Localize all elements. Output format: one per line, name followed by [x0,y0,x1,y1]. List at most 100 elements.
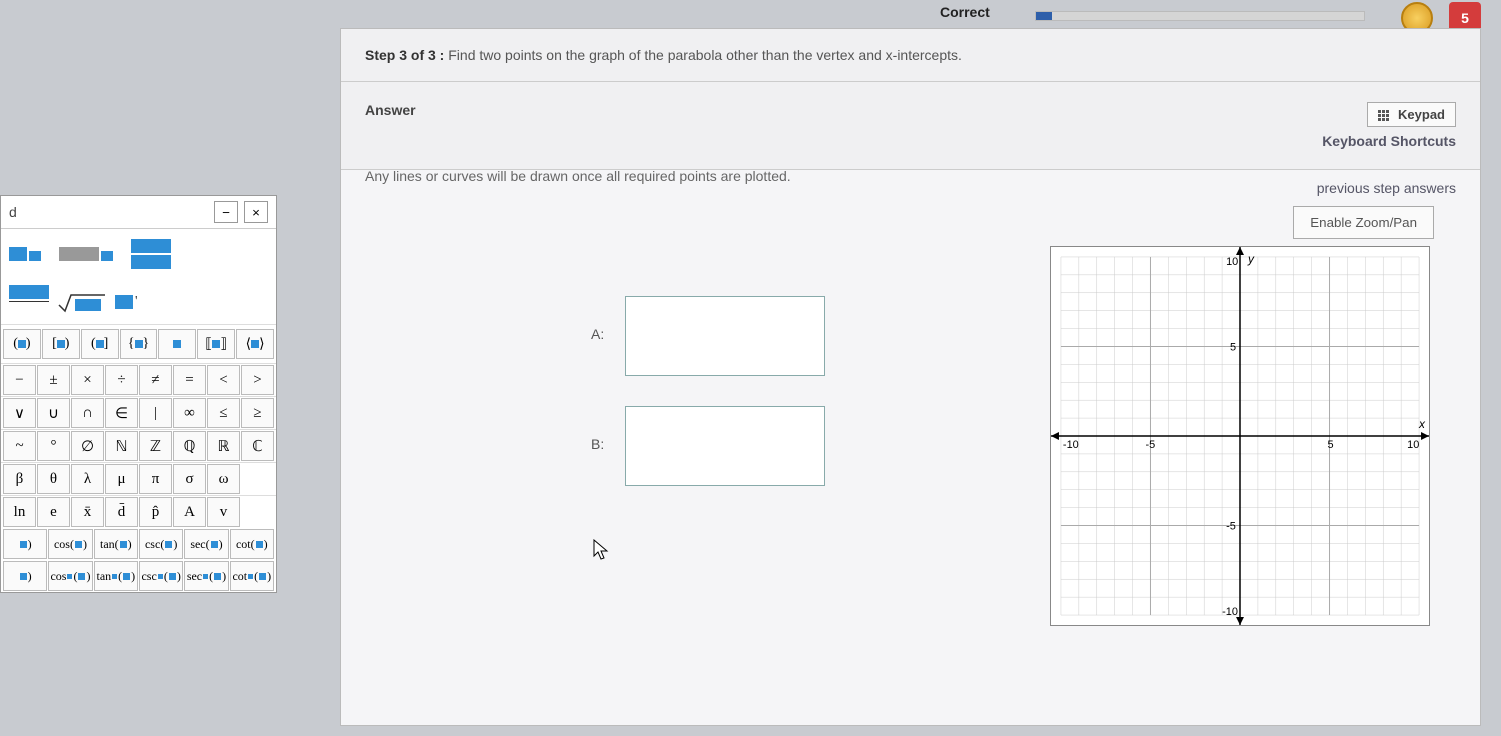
bracket-sqopen[interactable]: [) [42,329,80,359]
main-panel: Step 3 of 3 : Find two points on the gra… [340,28,1481,726]
op-dbar[interactable]: d̄ [105,497,138,527]
template-box[interactable] [59,247,113,261]
step-prefix: Step 3 of 3 : [365,47,444,63]
op-e[interactable]: e [37,497,70,527]
op-in[interactable]: ∈ [105,398,138,428]
keypad-button[interactable]: Keypad [1367,102,1456,127]
trig-sec-pow[interactable]: sec() [184,561,228,591]
keyboard-shortcuts-link[interactable]: Keyboard Shortcuts [1322,133,1456,149]
trig-cos-pow[interactable]: cos() [48,561,92,591]
op-degree[interactable]: ° [37,431,70,461]
keypad-title: d [9,204,17,220]
progress-fill [1036,12,1052,20]
operator-grid-2: ∨ ∪ ∩ ∈ | ∞ ≤ ≥ [1,396,276,429]
operator-grid-4: β θ λ μ π σ ω [1,462,276,495]
op-neq[interactable]: ≠ [139,365,172,395]
template-sqrt[interactable] [57,291,107,313]
op-mu[interactable]: μ [105,464,138,494]
y-tick-neg10: -10 [1222,606,1238,618]
op-plusminus[interactable]: ± [37,365,70,395]
trig-row-2: ) cos() tan() csc() sec() cot() [1,560,276,592]
x-tick-5: 5 [1328,439,1334,451]
trig-csc[interactable]: csc() [139,529,183,559]
y-axis-label: y [1247,252,1255,266]
trig-cos[interactable]: cos() [48,529,92,559]
bracket-paren[interactable]: () [3,329,41,359]
keypad-button-label: Keypad [1398,107,1445,122]
y-tick-5: 5 [1230,341,1236,353]
bracket-dblsq[interactable]: ⟦⟧ [197,329,235,359]
enable-zoom-pan-button[interactable]: Enable Zoom/Pan [1293,206,1434,239]
op-v[interactable]: v [207,497,240,527]
keypad-close-button[interactable]: × [244,201,268,223]
op-ge[interactable]: ≥ [241,398,274,428]
op-real[interactable]: ℝ [207,431,240,461]
correct-label: Correct [940,4,990,20]
bracket-plain[interactable] [158,329,196,359]
coordinate-graph[interactable]: y x -10 -5 5 10 10 5 -5 -10 [1050,246,1430,626]
operator-grid-3: ~ ° ∅ ℕ ℤ ℚ ℝ ℂ [1,429,276,462]
bracket-brace[interactable]: {} [120,329,158,359]
template-subscript[interactable] [9,247,41,261]
point-b-input[interactable] [625,406,825,486]
trig-row-1: ) cos() tan() csc() sec() cot() [1,528,276,560]
trig-sin-pow[interactable]: ) [3,561,47,591]
op-beta[interactable]: β [3,464,36,494]
trig-cot-pow[interactable]: cot() [230,561,274,591]
op-natural[interactable]: ℕ [105,431,138,461]
op-a[interactable]: A [173,497,206,527]
op-lambda[interactable]: λ [71,464,104,494]
op-complex[interactable]: ℂ [241,431,274,461]
trig-sin-paren[interactable]: ) [3,529,47,559]
instruction-text: Any lines or curves will be drawn once a… [365,168,1456,184]
trig-tan[interactable]: tan() [94,529,138,559]
bracket-sqclose[interactable]: (] [81,329,119,359]
keypad-minimize-button[interactable]: − [214,201,238,223]
step-text: Find two points on the graph of the para… [444,47,962,63]
point-a-label: A: [591,326,621,342]
op-ln[interactable]: ln [3,497,36,527]
op-theta[interactable]: θ [37,464,70,494]
template-fraction[interactable] [9,285,49,318]
op-intersect[interactable]: ∩ [71,398,104,428]
operator-grid-5: ln e x̄ d̄ p̂ A v [1,495,276,528]
y-tick-neg5: -5 [1226,521,1236,533]
op-gt[interactable]: > [241,365,274,395]
op-eq[interactable]: = [173,365,206,395]
op-minus[interactable]: − [3,365,36,395]
template-prime[interactable]: ' [115,294,138,310]
trig-csc-pow[interactable]: csc() [139,561,183,591]
op-phat[interactable]: p̂ [139,497,172,527]
point-b-label: B: [591,436,621,452]
op-times[interactable]: × [71,365,104,395]
op-le[interactable]: ≤ [207,398,240,428]
x-tick-neg10: -10 [1063,439,1079,451]
answer-label: Answer [365,102,416,118]
keypad-icon [1378,110,1390,122]
trig-tan-pow[interactable]: tan() [94,561,138,591]
op-empty[interactable]: ∅ [71,431,104,461]
trig-sec[interactable]: sec() [184,529,228,559]
point-a-input[interactable] [625,296,825,376]
op-bar[interactable]: | [139,398,172,428]
op-or[interactable]: ∨ [3,398,36,428]
y-tick-10: 10 [1226,256,1238,268]
trig-cot[interactable]: cot() [230,529,274,559]
op-tilde[interactable]: ~ [3,431,36,461]
op-inf[interactable]: ∞ [173,398,206,428]
bracket-angle[interactable]: ⟨⟩ [236,329,274,359]
op-lt[interactable]: < [207,365,240,395]
template-fraction-stack[interactable] [131,239,171,269]
x-axis-label: x [1418,417,1426,431]
op-divide[interactable]: ÷ [105,365,138,395]
x-tick-10: 10 [1407,439,1419,451]
x-tick-neg5: -5 [1146,439,1156,451]
op-integer[interactable]: ℤ [139,431,172,461]
op-sigma[interactable]: σ [173,464,206,494]
op-xbar[interactable]: x̄ [71,497,104,527]
op-union[interactable]: ∪ [37,398,70,428]
op-omega[interactable]: ω [207,464,240,494]
op-pi[interactable]: π [139,464,172,494]
op-rational[interactable]: ℚ [173,431,206,461]
operator-grid-1: − ± × ÷ ≠ = < > [1,363,276,396]
